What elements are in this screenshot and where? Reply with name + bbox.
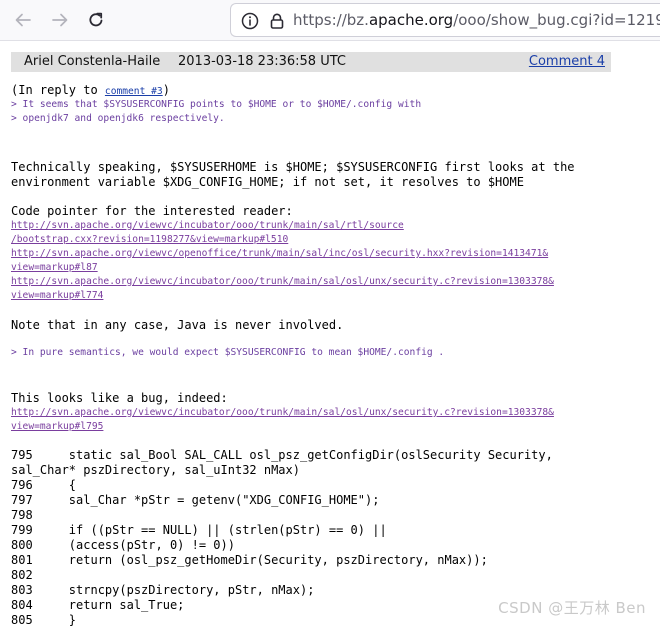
paragraph-line: environment variable $XDG_CONFIG_HOME; i…: [11, 175, 524, 189]
code-line: 803 strncpy(pszDirectory, pStr, nMax);: [11, 583, 315, 597]
code-line: sal_Char* pszDirectory, sal_uInt32 nMax): [11, 463, 300, 477]
arrow-left-icon[interactable]: [11, 8, 35, 32]
bug-heading: This looks like a bug, indeed:: [11, 391, 228, 405]
note-java: Note that in any case, Java is never inv…: [11, 318, 344, 332]
comment-number-link[interactable]: Comment 4: [529, 52, 605, 72]
bug-link[interactable]: view=markup#l795: [11, 420, 651, 434]
bug-link[interactable]: http://svn.apache.org/viewvc/incubator/o…: [11, 406, 651, 420]
comment-header: Ariel Constenla-Haile 2013-03-18 23:36:5…: [11, 52, 611, 72]
source-link[interactable]: /bootstrap.cxx?revision=1198277&view=mar…: [11, 233, 651, 247]
arrow-right-icon[interactable]: [48, 8, 72, 32]
source-link[interactable]: http://svn.apache.org/viewvc/openoffice/…: [11, 247, 651, 261]
reload-icon[interactable]: [84, 8, 108, 32]
code-line: 796 {: [11, 478, 77, 492]
in-reply-prefix: (In reply to: [11, 83, 105, 97]
code-line: 799 if ((pStr == NULL) || (strlen(pStr) …: [11, 523, 387, 537]
code-line: 795 static sal_Bool SAL_CALL osl_psz_get…: [11, 448, 553, 462]
paragraph-line: Technically speaking, $SYSUSERHOME is $H…: [11, 160, 575, 174]
in-reply-line: (In reply to comment #3): [11, 83, 651, 98]
url-prefix: https://bz.: [293, 11, 369, 29]
quote-line: > In pure semantics, we would expect $SY…: [11, 347, 445, 358]
site-info-icon[interactable]: [241, 12, 259, 30]
in-reply-suffix: ): [162, 83, 170, 97]
url-text[interactable]: https://bz.apache.org/ooo/show_bug.cgi?i…: [293, 11, 660, 29]
code-line: 800 (access(pStr, 0) != 0)): [11, 538, 235, 552]
source-link[interactable]: view=markup#l774: [11, 289, 651, 303]
comment-author: Ariel Constenla-Haile: [24, 54, 161, 69]
browser-toolbar: https://bz.apache.org/ooo/show_bug.cgi?i…: [0, 0, 660, 41]
watermark: CSDN @王万林 Ben: [498, 599, 646, 617]
code-pointer-heading: Code pointer for the interested reader:: [11, 204, 293, 218]
source-link[interactable]: view=markup#l87: [11, 261, 651, 275]
quote-line: > It seems that $SYSUSERCONFIG points to…: [11, 99, 422, 110]
comment-body: (In reply to comment #3) > It seems that…: [11, 83, 651, 628]
comment-timestamp: 2013-03-18 23:36:58 UTC: [178, 54, 346, 69]
url-path: /ooo/show_bug.cgi?id=121914: [453, 11, 660, 29]
address-bar[interactable]: https://bz.apache.org/ooo/show_bug.cgi?i…: [230, 3, 660, 37]
code-line: 798: [11, 508, 33, 522]
quote-line: > openjdk7 and openjdk6 respectively.: [11, 113, 225, 124]
lock-icon[interactable]: [268, 12, 286, 30]
source-link[interactable]: http://svn.apache.org/viewvc/incubator/o…: [11, 275, 651, 289]
code-line: 797 sal_Char *pStr = getenv("XDG_CONFIG_…: [11, 493, 380, 507]
code-line: 801 return (osl_psz_getHomeDir(Security,…: [11, 553, 488, 567]
in-reply-link[interactable]: comment #3: [105, 86, 163, 97]
source-link[interactable]: http://svn.apache.org/viewvc/incubator/o…: [11, 219, 651, 233]
url-host: apache.org: [368, 11, 454, 29]
code-line: 802: [11, 568, 33, 582]
